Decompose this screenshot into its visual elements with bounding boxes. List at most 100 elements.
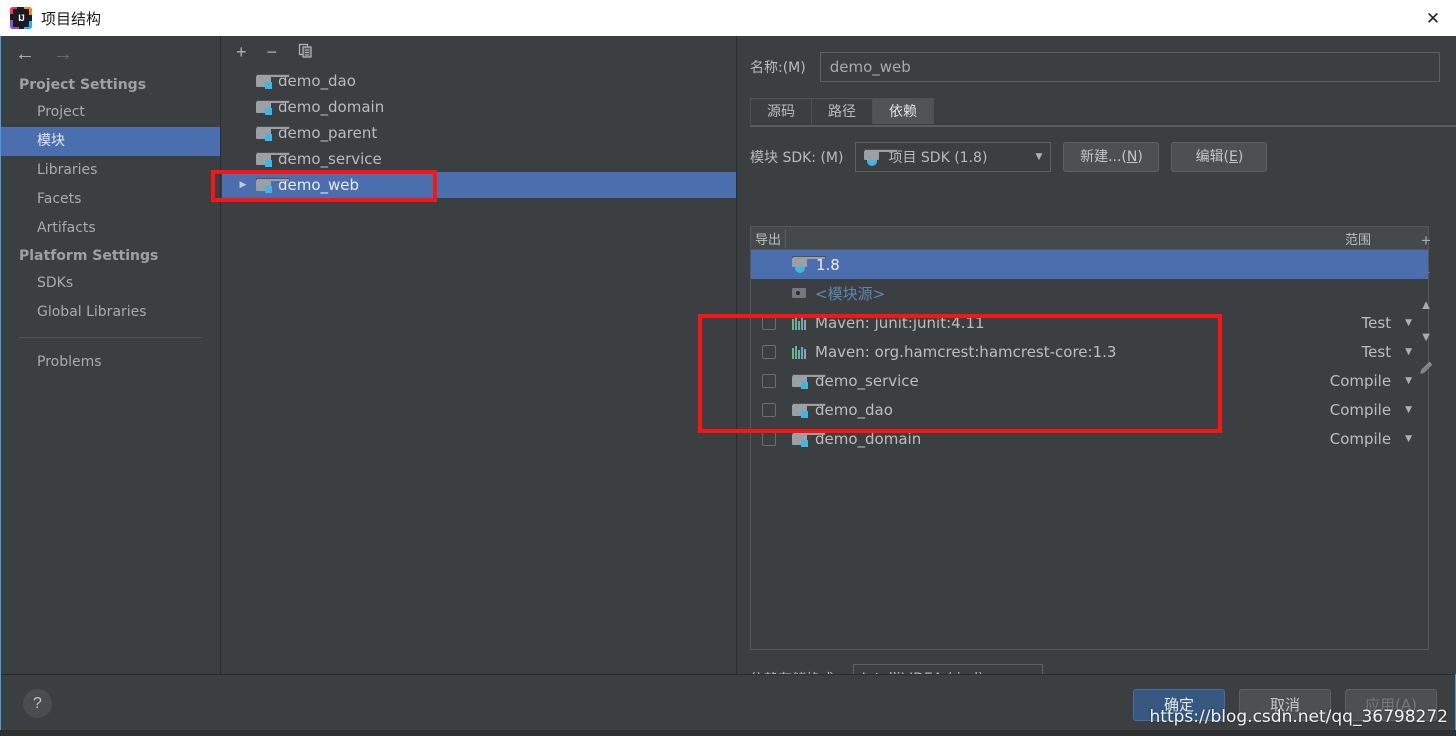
scope-value: Compile bbox=[1329, 429, 1392, 448]
dependency-name-cell: Maven: org.hamcrest:hamcrest-core:1.3 bbox=[786, 343, 1288, 361]
sidebar-item-global-libraries[interactable]: Global Libraries bbox=[1, 298, 220, 327]
remove-dependency-icon[interactable]: − bbox=[1421, 262, 1431, 282]
remove-module-icon[interactable]: − bbox=[267, 43, 278, 61]
dependency-name: <模块源> bbox=[815, 285, 886, 303]
intellij-idea-logo-icon: IJ bbox=[10, 7, 32, 29]
sidebar-group-platform-settings: Platform Settings bbox=[19, 248, 159, 264]
column-header-export: 导出 bbox=[751, 228, 786, 248]
tab-dependencies[interactable]: 依赖 bbox=[872, 98, 934, 124]
dialog-body: ← → Project Settings Project 模块 Librarie… bbox=[0, 36, 1456, 736]
export-cell[interactable] bbox=[751, 344, 786, 359]
export-checkbox[interactable] bbox=[761, 315, 776, 330]
copy-module-icon[interactable] bbox=[297, 42, 314, 62]
sidebar-item-problems[interactable]: Problems bbox=[1, 348, 220, 377]
dependency-name: demo_domain bbox=[815, 429, 922, 448]
list-item-label: demo_parent bbox=[278, 124, 378, 142]
jdk-icon bbox=[792, 256, 826, 273]
scope-cell[interactable]: Compile ▼ bbox=[1288, 430, 1428, 448]
help-button[interactable]: ? bbox=[23, 689, 52, 718]
move-up-icon[interactable]: ▲ bbox=[1420, 294, 1433, 314]
maven-library-icon bbox=[792, 345, 808, 359]
list-item-label: demo_service bbox=[278, 150, 382, 168]
sidebar-item-project[interactable]: Project bbox=[1, 98, 220, 127]
dependency-name: Maven: junit:junit:4.11 bbox=[815, 313, 985, 332]
module-icon bbox=[792, 373, 826, 389]
dependency-name: demo_dao bbox=[815, 400, 893, 419]
module-name-label: 名称:(M) bbox=[750, 60, 806, 76]
watermark: https://blog.csdn.net/qq_36798272 bbox=[1149, 707, 1448, 727]
nav-history-controls: ← → bbox=[1, 36, 220, 72]
move-down-icon[interactable]: ▼ bbox=[1420, 326, 1433, 346]
close-icon[interactable]: ✕ bbox=[1410, 0, 1456, 36]
source-root-icon bbox=[792, 287, 808, 300]
project-structure-dialog: IJ 项目结构 ✕ ← → Project Settings Project 模… bbox=[0, 0, 1456, 736]
module-sdk-dropdown[interactable]: 项目 SDK (1.8) ▼ bbox=[855, 142, 1052, 172]
module-name-input[interactable]: demo_web bbox=[819, 52, 1440, 82]
list-item[interactable]: ▶ demo_domain bbox=[222, 94, 736, 120]
list-item[interactable]: ▶ demo_dao bbox=[222, 68, 736, 94]
scope-cell[interactable]: Compile ▼ bbox=[1288, 401, 1428, 419]
dependency-name-cell: Maven: junit:junit:4.11 bbox=[786, 314, 1288, 332]
add-module-icon[interactable]: + bbox=[236, 43, 247, 61]
export-cell[interactable] bbox=[751, 315, 786, 330]
module-icon bbox=[256, 152, 290, 167]
sidebar-item-libraries[interactable]: Libraries bbox=[1, 156, 220, 185]
back-arrow-icon[interactable]: ← bbox=[15, 44, 35, 64]
export-cell bbox=[751, 258, 786, 272]
new-sdk-button[interactable]: 新建...(N) bbox=[1063, 142, 1160, 172]
module-sdk-label: 模块 SDK: (M) bbox=[750, 150, 844, 166]
sidebar-divider bbox=[19, 337, 202, 338]
pencil-icon[interactable] bbox=[1418, 358, 1434, 378]
export-cell[interactable] bbox=[751, 402, 786, 417]
tab-sources[interactable]: 源码 bbox=[750, 98, 812, 124]
dependencies-side-toolbar: + − ▲ ▼ bbox=[1408, 226, 1444, 650]
detail-tabs: 源码 路径 依赖 bbox=[750, 98, 1456, 127]
tab-paths[interactable]: 路径 bbox=[811, 98, 873, 124]
table-row[interactable]: Maven: junit:junit:4.11 Test ▼ bbox=[751, 308, 1428, 337]
export-cell[interactable] bbox=[751, 431, 786, 446]
export-checkbox[interactable] bbox=[761, 373, 776, 388]
scope-cell[interactable]: Compile ▼ bbox=[1288, 372, 1428, 390]
list-item[interactable]: ▶ demo_service bbox=[222, 146, 736, 172]
dependencies-table: 导出 范围 1.8 <模块源> Maven: junit:junit:4.11 … bbox=[750, 226, 1429, 650]
module-icon bbox=[256, 178, 290, 193]
list-item-label: demo_domain bbox=[278, 98, 385, 116]
module-icon bbox=[792, 402, 826, 418]
list-item-demo-web[interactable]: ▶ demo_web bbox=[222, 172, 736, 198]
title-bar: IJ 项目结构 ✕ bbox=[0, 0, 1456, 36]
edit-sdk-button[interactable]: 编辑(E) bbox=[1171, 142, 1268, 172]
tabs-underline bbox=[750, 125, 1456, 127]
forward-arrow-icon[interactable]: → bbox=[53, 44, 73, 64]
dependency-name-cell: demo_domain bbox=[786, 430, 1288, 448]
export-checkbox[interactable] bbox=[761, 402, 776, 417]
maven-library-icon bbox=[792, 316, 808, 330]
dependency-name: Maven: org.hamcrest:hamcrest-core:1.3 bbox=[815, 342, 1117, 361]
sidebar-item-artifacts[interactable]: Artifacts bbox=[1, 214, 220, 243]
table-row[interactable]: 1.8 bbox=[751, 250, 1428, 279]
table-row[interactable]: <模块源> bbox=[751, 279, 1428, 308]
table-row[interactable]: demo_service Compile ▼ bbox=[751, 366, 1428, 395]
export-checkbox[interactable] bbox=[761, 344, 776, 359]
module-icon bbox=[256, 100, 290, 115]
list-item[interactable]: ▶ demo_parent bbox=[222, 120, 736, 146]
sidebar-item-sdks[interactable]: SDKs bbox=[1, 269, 220, 298]
table-row[interactable]: demo_domain Compile ▼ bbox=[751, 424, 1428, 453]
export-checkbox[interactable] bbox=[761, 431, 776, 446]
table-row[interactable]: demo_dao Compile ▼ bbox=[751, 395, 1428, 424]
jdk-icon bbox=[864, 148, 899, 166]
expand-arrow-icon[interactable]: ▶ bbox=[236, 180, 250, 190]
add-dependency-icon[interactable]: + bbox=[1421, 230, 1431, 250]
export-cell[interactable] bbox=[751, 373, 786, 388]
scope-value: Compile bbox=[1329, 371, 1392, 390]
scope-cell[interactable]: Test ▼ bbox=[1288, 314, 1428, 332]
sidebar-group-project-settings: Project Settings bbox=[19, 77, 147, 93]
scope-value: Test bbox=[1361, 342, 1392, 361]
list-item-label: demo_web bbox=[278, 176, 360, 194]
table-row[interactable]: Maven: org.hamcrest:hamcrest-core:1.3 Te… bbox=[751, 337, 1428, 366]
dependencies-table-header: 导出 范围 bbox=[751, 227, 1428, 250]
sidebar-item-facets[interactable]: Facets bbox=[1, 185, 220, 214]
module-icon bbox=[256, 74, 290, 89]
scope-cell[interactable]: Test ▼ bbox=[1288, 343, 1428, 361]
sidebar-item-modules[interactable]: 模块 bbox=[1, 127, 220, 156]
chevron-down-icon: ▼ bbox=[1035, 152, 1043, 162]
